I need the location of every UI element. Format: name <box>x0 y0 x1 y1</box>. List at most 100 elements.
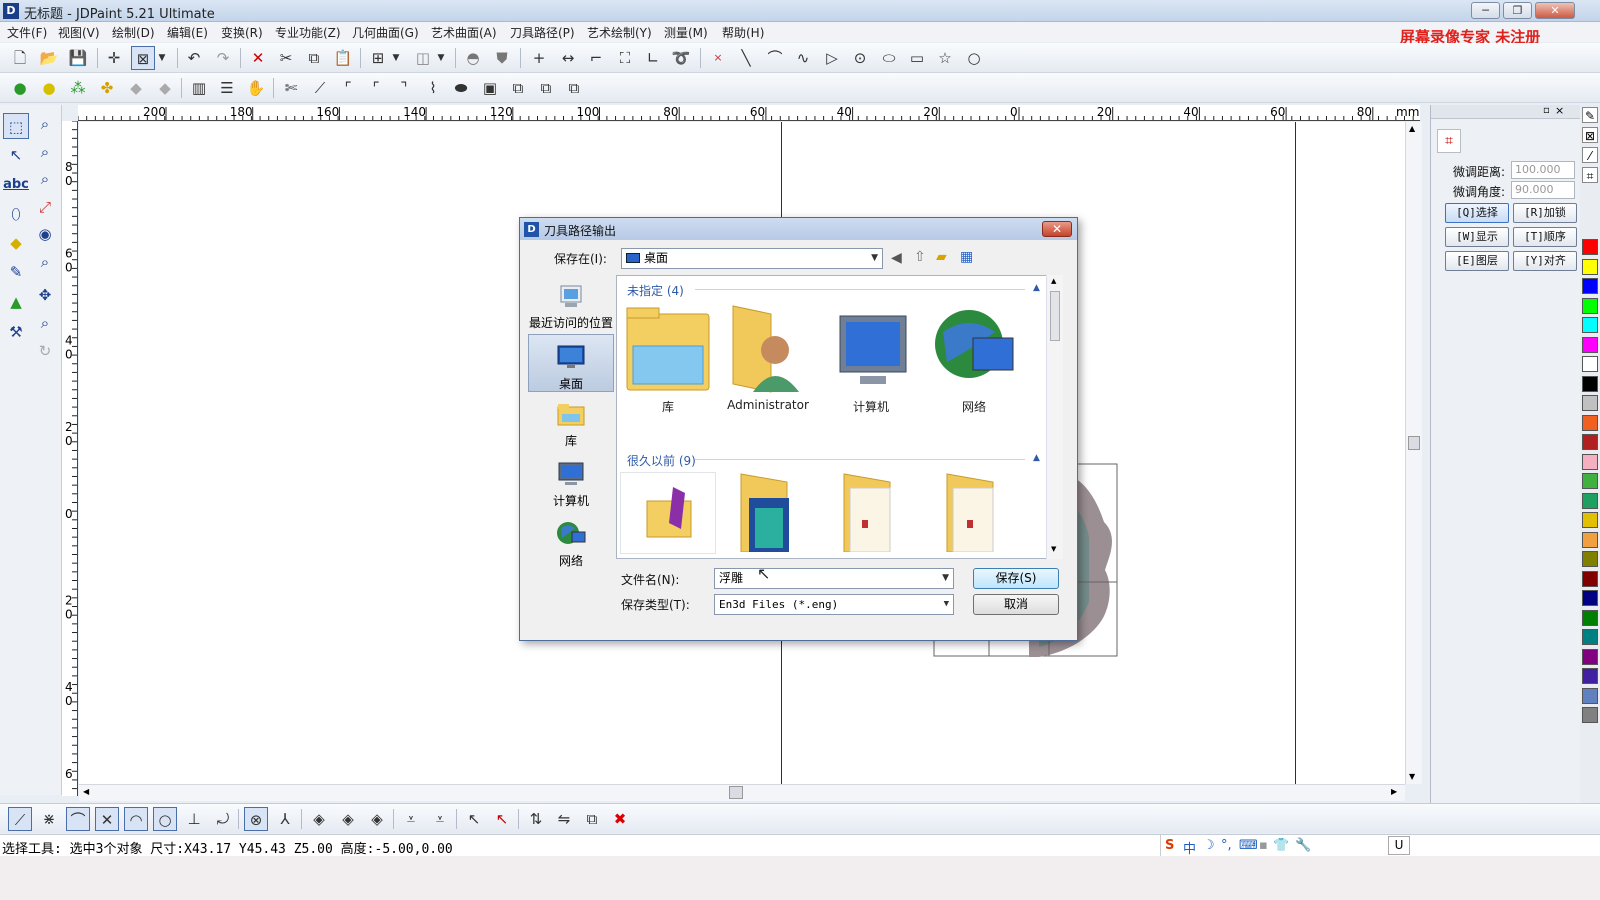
layer-button[interactable]: [E]图层 <box>1445 251 1509 271</box>
scroll-left-icon[interactable]: ◀ <box>83 787 89 796</box>
menu-help[interactable]: 帮助(H) <box>722 24 764 41</box>
group-icon[interactable]: ⧉ <box>506 76 530 100</box>
restore-button[interactable]: ❐ <box>1503 2 1532 19</box>
cylinder-icon[interactable]: ⬯ <box>3 201 29 227</box>
book-icon[interactable]: ▥ <box>187 76 211 100</box>
panel-pin-icon[interactable]: ▫ <box>1543 105 1550 116</box>
next-layer-icon[interactable]: ◆ <box>153 76 177 100</box>
select-box-icon[interactable]: ⊠ <box>131 46 155 70</box>
group-header-long-ago[interactable]: 很久以前 (9) <box>627 452 696 469</box>
color-swatch[interactable] <box>1582 512 1598 528</box>
point-icon[interactable]: + <box>527 46 551 70</box>
file-item[interactable] <box>823 472 919 552</box>
palette-tool-icon[interactable]: ✎ <box>1582 107 1598 123</box>
rectangle-icon[interactable]: ▭ <box>905 46 929 70</box>
filename-input[interactable]: 浮雕 ▼ <box>714 568 954 589</box>
place-desktop[interactable]: 桌面 <box>528 334 614 392</box>
select-mode-button[interactable]: [Q]选择 <box>1445 203 1509 223</box>
group-header-unspecified[interactable]: 未指定 (4) <box>627 282 684 299</box>
ime-tools-icon[interactable]: 🔧 <box>1295 838 1311 853</box>
shield-icon[interactable]: ⛊ <box>490 46 514 70</box>
point-mark-icon[interactable]: × <box>706 46 730 70</box>
select-tool-icon[interactable]: ⬚ <box>3 113 29 139</box>
file-item[interactable] <box>926 472 1022 552</box>
polyline-icon[interactable]: ▷ <box>820 46 844 70</box>
scroll-right-icon[interactable]: ▶ <box>1391 787 1397 796</box>
mountain-icon[interactable]: ▲ <box>3 289 29 315</box>
snap-quadrant-icon[interactable]: ⅄ <box>273 807 297 831</box>
canvas-horizontal-scrollbar[interactable]: ◀ ▶ <box>79 784 1405 801</box>
sogou-icon[interactable]: S <box>1165 838 1174 853</box>
dropdown-icon[interactable]: ▼ <box>389 46 403 70</box>
frame-icon[interactable]: ⛶ <box>613 46 637 70</box>
align-button[interactable]: [Y]对齐 <box>1513 251 1577 271</box>
menu-measure[interactable]: 测量(M) <box>664 24 708 41</box>
text-tool-icon[interactable]: abc <box>3 172 29 198</box>
view-3d-icon[interactable]: ◫ <box>411 46 435 70</box>
scroll-up-icon[interactable]: ▲ <box>1409 124 1415 133</box>
line-icon[interactable]: ╲ <box>734 46 758 70</box>
fillet-icon[interactable]: ⌜ <box>336 76 360 100</box>
panel-tab-icon[interactable]: ⌗ <box>1437 129 1461 153</box>
zoom-real-icon[interactable]: ⌕ <box>32 310 58 336</box>
angle-dim-icon[interactable]: ⌐ <box>584 46 608 70</box>
file-item[interactable] <box>720 472 816 552</box>
menu-edit[interactable]: 编辑(E) <box>167 24 208 41</box>
measure-icon[interactable]: ✎ <box>3 259 29 285</box>
undo-icon[interactable]: ↶ <box>182 46 206 70</box>
snap-tangent-icon[interactable]: ◠ <box>124 807 148 831</box>
color-swatch[interactable] <box>1582 278 1598 294</box>
combine-icon[interactable]: ⧉ <box>562 76 586 100</box>
ortho-icon[interactable]: ∟ <box>641 46 665 70</box>
file-item-library[interactable]: 库 <box>620 302 716 415</box>
zoom-window-icon[interactable]: ⌕ <box>32 111 58 137</box>
hatch-icon[interactable]: ☰ <box>215 76 239 100</box>
zoom-fit-icon[interactable]: ⤢ <box>32 194 58 220</box>
snap-circle-icon[interactable]: ○ <box>153 807 177 831</box>
snap-near-icon[interactable]: ⤾ <box>211 807 235 831</box>
bulb-yellow-icon[interactable]: ● <box>37 76 61 100</box>
cut-icon[interactable]: ✂ <box>274 46 298 70</box>
palette-tool-icon[interactable]: ⊠ <box>1582 127 1598 143</box>
zoom-in-icon[interactable]: ⌕ <box>32 139 58 165</box>
ime-mode-indicator[interactable]: U <box>1388 836 1410 855</box>
node-edit-icon[interactable]: ↖ <box>3 142 29 168</box>
eye-icon[interactable]: ◉ <box>32 221 58 247</box>
color-swatch[interactable] <box>1582 356 1598 372</box>
cancel-x-icon[interactable]: ✖ <box>608 807 632 831</box>
scroll-thumb[interactable] <box>1408 436 1420 450</box>
color-swatch[interactable] <box>1582 434 1598 450</box>
scroll-thumb[interactable] <box>729 786 743 799</box>
canvas-vertical-scrollbar[interactable]: ▲ ▼ <box>1405 122 1422 784</box>
ellipse-icon[interactable]: ⬭ <box>877 46 901 70</box>
scroll-down-icon[interactable]: ▼ <box>1409 772 1415 781</box>
cancel-button[interactable]: 取消 <box>973 594 1059 615</box>
color-swatch[interactable] <box>1582 375 1598 392</box>
open-file-icon[interactable]: 📂 <box>37 46 61 70</box>
menu-toolpath[interactable]: 刀具路径(P) <box>510 24 575 41</box>
ime-chinese-icon[interactable]: 中 <box>1183 838 1196 857</box>
scroll-thumb[interactable] <box>1050 291 1060 341</box>
dropdown-icon[interactable]: ▼ <box>155 46 169 70</box>
menu-file[interactable]: 文件(F) <box>7 24 47 41</box>
color-swatch[interactable] <box>1582 492 1598 509</box>
scroll-down-icon[interactable]: ▼ <box>1051 545 1056 553</box>
grid-snap-3-icon[interactable]: ◈ <box>365 807 389 831</box>
prev-layer-icon[interactable]: ◆ <box>124 76 148 100</box>
redo-icon[interactable]: ↷ <box>211 46 235 70</box>
color-swatch[interactable] <box>1582 531 1598 548</box>
spline-icon[interactable]: ∿ <box>791 46 815 70</box>
color-swatch[interactable] <box>1582 453 1598 470</box>
filter-icon[interactable]: ⧉ <box>580 807 604 831</box>
color-swatch[interactable] <box>1582 258 1598 275</box>
angle-input[interactable]: 90.000 <box>1511 181 1575 199</box>
new-folder-icon[interactable]: ▰ <box>936 249 947 265</box>
lock-button[interactable]: [R]加锁 <box>1513 203 1577 223</box>
snap-intersect-icon[interactable]: ✕ <box>95 807 119 831</box>
file-item-computer[interactable]: 计算机 <box>823 302 919 415</box>
color-swatch[interactable] <box>1582 239 1598 255</box>
file-item-network[interactable]: 网络 <box>926 302 1022 415</box>
save-button[interactable]: 保存(S) <box>973 568 1059 589</box>
color-swatch[interactable] <box>1582 395 1598 411</box>
file-list[interactable]: 未指定 (4) ▲ 库 Administrator 计算机 网络 很久以前 (9… <box>616 275 1063 559</box>
